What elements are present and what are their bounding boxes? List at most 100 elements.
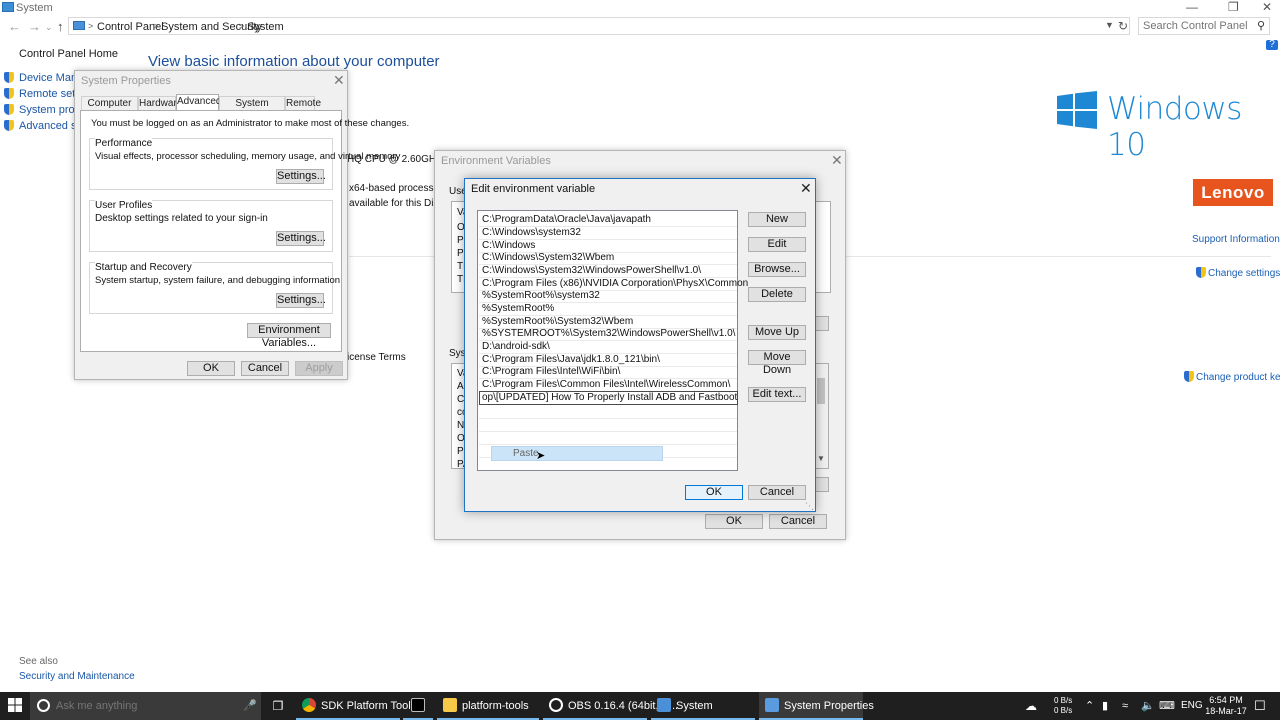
tab-system-protection[interactable]: System Protection — [219, 96, 285, 122]
environment-variables-button[interactable]: Environment Variables... — [247, 323, 331, 349]
back-arrow-icon[interactable]: ← — [8, 19, 21, 34]
cancel-button[interactable]: Cancel — [748, 485, 806, 500]
minimize-button[interactable]: — — [1186, 0, 1198, 14]
cortana-search-box[interactable]: 🎤 — [30, 692, 261, 720]
battery-icon[interactable]: ▮ — [1102, 692, 1108, 720]
list-item[interactable]: %SystemRoot% — [482, 303, 554, 315]
tab-remote[interactable]: Remote — [285, 96, 321, 110]
control-panel-home-link[interactable]: Control Panel Home — [19, 48, 118, 60]
forward-arrow-icon[interactable]: → — [28, 19, 41, 34]
list-item[interactable]: C:\Program Files (x86)\NVIDIA Corporatio… — [482, 278, 748, 290]
list-item[interactable]: C:\Program Files\Common Files\Intel\Wire… — [482, 379, 730, 391]
apply-button[interactable]: Apply — [295, 361, 343, 376]
taskbar-item-obs[interactable]: OBS 0.16.4 (64bit, w... — [543, 692, 678, 720]
performance-settings-button[interactable]: Settings... — [276, 169, 326, 184]
cloud-icon[interactable]: ☁ — [1025, 692, 1037, 720]
chrome-icon — [302, 698, 316, 712]
list-item[interactable]: C:\Windows\System32\WindowsPowerShell\v1… — [482, 265, 701, 277]
breadcrumb-system[interactable]: System — [247, 21, 284, 33]
browse-button[interactable]: Browse... — [748, 262, 806, 277]
shield-icon — [4, 104, 14, 115]
resize-grip-icon[interactable]: ⋱ — [805, 501, 814, 512]
group-title: Performance — [95, 138, 153, 149]
new-button[interactable]: New — [748, 212, 806, 227]
show-hidden-icons-chevron-icon[interactable]: ⌃ — [1085, 692, 1094, 720]
paste-menu-item[interactable]: Paste — [513, 448, 539, 459]
license-terms-link[interactable]: icense Terms — [347, 352, 406, 363]
wifi-icon[interactable]: ≈ — [1122, 692, 1128, 720]
tab-hardware[interactable]: Hardware — [138, 96, 182, 110]
cancel-button[interactable]: Cancel — [769, 514, 827, 529]
recent-chevron-icon[interactable]: ⌄ — [45, 22, 53, 33]
list-item[interactable]: %SystemRoot%\system32 — [482, 290, 600, 302]
close-icon[interactable]: ✕ — [800, 180, 812, 197]
list-item[interactable]: C:\Windows — [482, 240, 535, 252]
support-information-link[interactable]: Support Information — [1192, 234, 1280, 245]
ok-button[interactable]: OK — [705, 514, 763, 529]
list-item[interactable]: D:\android-sdk\ — [482, 341, 550, 353]
close-icon[interactable]: ✕ — [831, 152, 843, 169]
windows-logo-icon — [1057, 91, 1097, 129]
close-icon[interactable]: ✕ — [333, 72, 345, 89]
volume-icon[interactable]: 🔈 — [1141, 692, 1155, 720]
move-down-button[interactable]: Move Down — [748, 350, 806, 376]
user-profiles-group: User Profiles Desktop settings related t… — [89, 200, 333, 252]
taskbar-item-system[interactable]: System — [651, 692, 755, 720]
notifications-icon[interactable]: ☐ — [1254, 692, 1266, 720]
dialog-title: System Properties — [81, 75, 171, 87]
search-input[interactable] — [1139, 18, 1249, 34]
edit-text-button[interactable]: Edit text... — [748, 387, 806, 402]
microphone-icon[interactable]: 🎤 — [243, 699, 257, 712]
list-item[interactable]: %SYSTEMROOT%\System32\WindowsPowerShell\… — [482, 328, 735, 340]
address-box[interactable]: > Control Panel > System and Security > … — [68, 17, 1130, 35]
clock[interactable]: 6:54 PM 18-Mar-17 — [1205, 695, 1247, 717]
language-indicator[interactable]: ENG — [1181, 692, 1203, 720]
change-settings-link[interactable]: Change settings — [1196, 267, 1280, 279]
taskbar: 🎤 ❐ SDK Platform Tools... platform-tools… — [0, 692, 1280, 720]
search-box[interactable]: ⚲ — [1138, 17, 1270, 35]
ok-button[interactable]: OK — [685, 485, 743, 500]
security-maintenance-link[interactable]: Security and Maintenance — [19, 671, 135, 682]
list-item[interactable]: %SystemRoot%\System32\Wbem — [482, 316, 633, 328]
list-item[interactable]: C:\Windows\system32 — [482, 227, 581, 239]
ok-button[interactable]: OK — [187, 361, 235, 376]
delete-button[interactable]: Delete — [748, 287, 806, 302]
search-icon[interactable]: ⚲ — [1257, 19, 1265, 32]
close-button[interactable]: ✕ — [1262, 0, 1272, 14]
help-icon[interactable]: ? — [1266, 40, 1278, 50]
maximize-button[interactable]: ❐ — [1228, 0, 1239, 14]
start-button[interactable] — [0, 692, 30, 720]
tab-computer-name[interactable]: Computer Name — [81, 96, 138, 122]
list-item[interactable]: C:\Program Files\Intel\WiFi\bin\ — [482, 366, 620, 378]
move-up-button[interactable]: Move Up — [748, 325, 806, 340]
task-view-icon[interactable]: ❐ — [265, 692, 291, 720]
windows-10-logo-text: Windows 10 — [1107, 91, 1242, 163]
list-item[interactable]: C:\Windows\System32\Wbem — [482, 252, 614, 264]
taskbar-item-system-properties[interactable]: System Properties — [759, 692, 874, 720]
path-list[interactable]: C:\ProgramData\Oracle\Java\javapath C:\W… — [477, 210, 748, 471]
user-profiles-settings-button[interactable]: Settings... — [276, 231, 326, 246]
path-edit-field[interactable]: op\[UPDATED] How To Properly Install ADB… — [479, 391, 738, 405]
startup-recovery-settings-button[interactable]: Settings... — [276, 293, 326, 308]
edit-button[interactable]: Edit — [748, 237, 806, 252]
window-title-bar: System — ❐ ✕ — [0, 0, 1280, 16]
startup-recovery-group: Startup and Recovery System startup, sys… — [89, 262, 340, 314]
list-item[interactable]: C:\Program Files\Java\jdk1.8.0_121\bin\ — [482, 354, 660, 366]
taskbar-search-input[interactable] — [56, 698, 236, 714]
scrollbar[interactable]: ▼ — [814, 364, 828, 468]
taskbar-item-chrome[interactable]: SDK Platform Tools... — [296, 692, 425, 720]
tab-advanced[interactable]: Advanced — [176, 94, 221, 111]
change-product-key-link[interactable]: Change product key — [1184, 371, 1280, 383]
cancel-button[interactable]: Cancel — [241, 361, 289, 376]
list-item[interactable]: C:\ProgramData\Oracle\Java\javapath — [482, 214, 651, 226]
taskbar-item-platform-tools[interactable]: platform-tools — [437, 692, 539, 720]
keyboard-icon[interactable]: ⌨ — [1159, 692, 1175, 720]
mouse-cursor-icon: ➤ — [536, 450, 546, 462]
dropdown-chevron-icon[interactable]: ▼ — [1105, 20, 1114, 30]
cortana-icon — [37, 699, 50, 712]
refresh-icon[interactable]: ↻ — [1118, 19, 1128, 33]
taskbar-item-cmd[interactable] — [403, 692, 433, 720]
scrollbar-thumb[interactable] — [817, 378, 825, 404]
up-arrow-icon[interactable]: ↑ — [57, 19, 64, 34]
scroll-down-icon[interactable]: ▼ — [817, 454, 825, 463]
